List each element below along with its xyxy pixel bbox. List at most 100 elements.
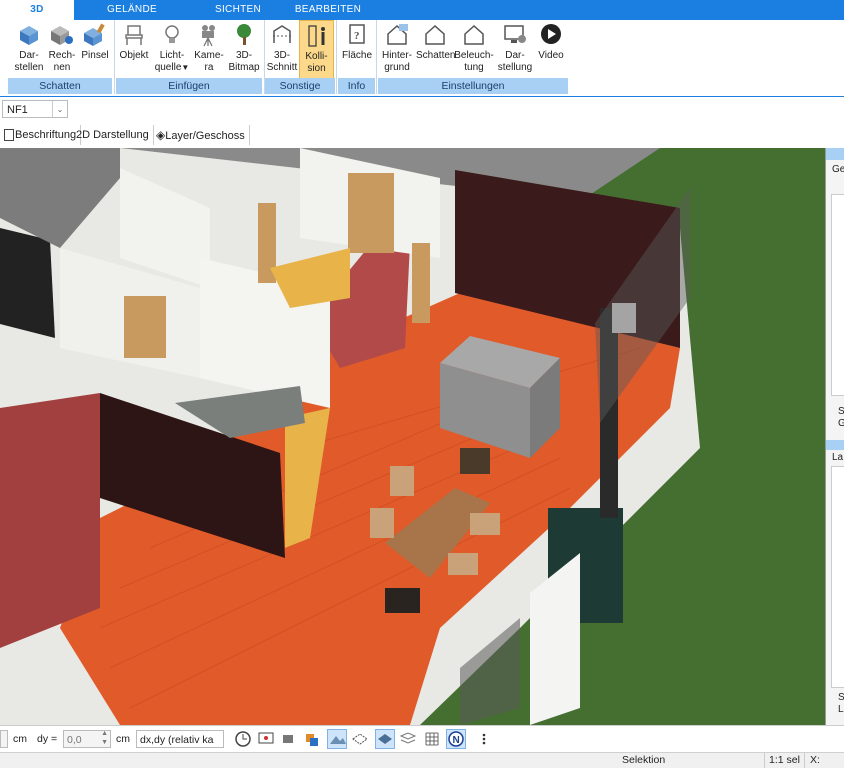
view-toolbar: Beschriftung 2D Darstellung ◈Layer/Gesch…: [0, 122, 844, 149]
panel-mid-label: La: [832, 452, 844, 463]
panel-top-label: Ge: [832, 164, 844, 175]
floor-select-value: NF1: [7, 104, 28, 116]
chair-4: [460, 448, 490, 474]
rechnen-button[interactable]: Rech-nen: [46, 20, 78, 80]
3d-viewport[interactable]: [0, 148, 825, 725]
plane-icon[interactable]: [375, 729, 395, 749]
svg-text:?: ?: [354, 30, 360, 42]
darstellen-button[interactable]: Dar-stellen: [10, 20, 48, 80]
pinsel-label: Pinsel: [81, 50, 109, 61]
play-icon: [541, 24, 561, 44]
panel-label-s1: S: [838, 406, 844, 417]
more-icon[interactable]: [474, 729, 494, 749]
rechnen-label-2: nen: [53, 62, 71, 73]
dx-unit: cm: [13, 733, 27, 745]
door-1: [348, 173, 394, 253]
group-info: Info: [338, 78, 375, 94]
door-4: [412, 243, 430, 323]
spinner-icon: ▲ ▼: [101, 730, 108, 746]
kollision-label-2: sion: [307, 63, 326, 74]
dy-value: 0,0: [67, 734, 82, 746]
panel-header-1: [826, 148, 844, 160]
coordinate-input-bar: cm dy = 0,0 ▲ ▼ cm dx,dy (relativ ka N: [0, 725, 844, 753]
camera-small-icon[interactable]: [279, 729, 299, 749]
camera-icon: [202, 25, 215, 47]
3d-schnitt-label-1: 3D-: [273, 50, 291, 61]
beleuchtung-button[interactable]: Beleuch-tung: [454, 20, 494, 80]
dx-field[interactable]: [0, 730, 8, 748]
darstellung-label-1: Dar-: [505, 50, 525, 61]
hatch-icon[interactable]: [350, 729, 370, 749]
kamera-button[interactable]: Kame-ra: [192, 20, 226, 80]
2d-darstellung-label: 2D Darstellung: [76, 129, 149, 141]
schatten-button[interactable]: Schatten: [416, 20, 455, 80]
3d-schnitt-button[interactable]: 3D- Schnitt: [265, 20, 299, 80]
beschriftung-button[interactable]: Beschriftung: [0, 125, 82, 145]
layer-geschoss-button[interactable]: ◈Layer/Geschoss: [152, 125, 250, 145]
kollision-label-1: Kolli-: [305, 51, 328, 62]
chair-5: [470, 513, 500, 535]
lichtquelle-button[interactable]: Licht-quelle▼: [154, 20, 190, 80]
wall-red-left: [0, 393, 100, 648]
clock-icon[interactable]: [233, 729, 253, 749]
house-background-icon: [387, 24, 408, 45]
cube-display-icon: [20, 26, 38, 45]
dy-field[interactable]: 0,0 ▲ ▼: [63, 730, 111, 748]
hintergrund-button[interactable]: Hinter-grund: [378, 20, 416, 80]
kamera-label-1: Kame-: [194, 50, 224, 61]
tab-sichten[interactable]: SICHTEN: [200, 0, 276, 20]
tab-3d[interactable]: 3D: [0, 0, 74, 20]
panel-label-s3: S: [838, 692, 844, 703]
monitor-icon[interactable]: [256, 729, 276, 749]
video-button[interactable]: Video: [536, 20, 566, 80]
pinsel-button[interactable]: Pinsel: [78, 20, 112, 80]
2d-darstellung-button[interactable]: 2D Darstellung: [72, 125, 154, 145]
terrain-icon[interactable]: [327, 729, 347, 749]
status-selection: 1:1 sel: [769, 754, 800, 766]
hintergrund-label-2: grund: [384, 62, 410, 73]
tree-icon: [237, 24, 251, 45]
chair-2: [370, 508, 394, 538]
darstellung-settings-button[interactable]: Dar-stellung: [494, 20, 536, 80]
layer-geschoss-label: Layer/Geschoss: [165, 130, 245, 142]
chevron-down-icon: ⌄: [52, 101, 67, 117]
panel-label-s2: G: [838, 418, 844, 429]
3d-bitmap-label-2: Bitmap: [228, 62, 260, 73]
3d-bitmap-label-1: 3D-: [235, 50, 253, 61]
tab-gelaende[interactable]: GELÄNDE: [90, 0, 174, 20]
3d-scene: [0, 148, 825, 725]
house-shadow-icon: [425, 24, 445, 45]
group-sonstige: Sonstige: [265, 78, 335, 94]
ribbon-tab-bar: 3D GELÄNDE SICHTEN BEARBEITEN: [0, 0, 844, 20]
floor-toolbar: NF1 ⌄: [0, 97, 844, 123]
door-2: [124, 296, 166, 358]
mode-value: dx,dy (relativ ka: [140, 734, 214, 746]
status-mode: Selektion: [622, 754, 666, 766]
stack-icon[interactable]: [398, 729, 418, 749]
objekt-button[interactable]: Objekt: [116, 20, 152, 80]
3d-bitmap-button[interactable]: 3D- Bitmap: [226, 20, 262, 80]
group-einstellungen: Einstellungen: [378, 78, 568, 94]
flaeche-button[interactable]: ? Fläche: [338, 20, 376, 80]
group-einfuegen: Einfügen: [116, 78, 262, 94]
rechnen-label-1: Rech-: [48, 50, 76, 61]
beschriftung-label: Beschriftung: [15, 129, 77, 141]
floor-select[interactable]: NF1 ⌄: [2, 100, 68, 118]
hintergrund-label-1: Hinter-: [381, 50, 412, 61]
panel-list-2[interactable]: [831, 466, 844, 688]
panel-header-2: [826, 440, 844, 450]
chair-6: [448, 553, 478, 575]
panel-list-1[interactable]: [831, 194, 844, 396]
tab-bearbeiten[interactable]: BEARBEITEN: [284, 0, 372, 20]
layers-color-icon[interactable]: [302, 729, 322, 749]
house-light-icon: [464, 24, 484, 45]
mode-select[interactable]: dx,dy (relativ ka: [136, 730, 224, 748]
grid-icon[interactable]: [422, 729, 442, 749]
dy-label: dy =: [37, 733, 58, 745]
north-icon[interactable]: N: [446, 729, 466, 749]
beleuchtung-label-1: Beleuch-: [454, 50, 494, 61]
kollision-button[interactable]: Kolli-sion: [299, 20, 334, 80]
svg-text:N: N: [453, 735, 460, 746]
label-icon: [4, 129, 14, 142]
layers-icon: ◈: [156, 128, 166, 142]
